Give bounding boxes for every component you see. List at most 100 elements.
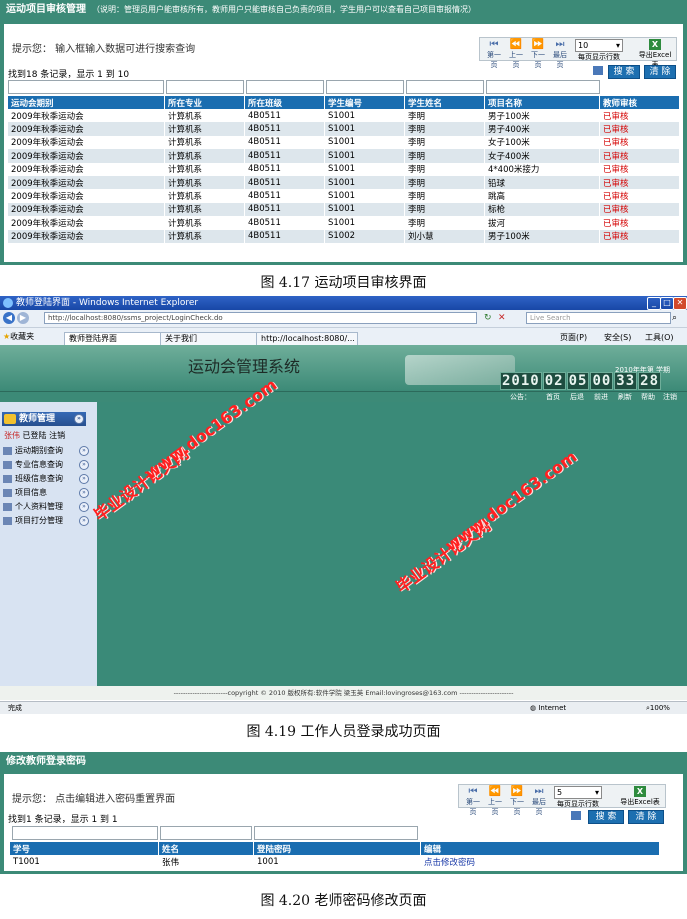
- column-header[interactable]: 所在专业: [164, 96, 245, 109]
- filter-input-password[interactable]: [254, 826, 418, 840]
- collapse-icon[interactable]: »: [74, 414, 84, 424]
- clear-button[interactable]: 清 除: [644, 65, 676, 79]
- login-state: 已登陆: [22, 431, 47, 440]
- sidebar-item[interactable]: 项目信息 »: [3, 486, 95, 499]
- edit-password-link[interactable]: 点击修改密码: [420, 855, 660, 869]
- table-cell: 铅球: [484, 175, 600, 190]
- table-cell: 4B0511: [244, 135, 325, 150]
- tools-menu[interactable]: 工具(O): [645, 332, 674, 343]
- table-row[interactable]: 2009年秋季运动会 计算机系 4B0511 S1001 李明 拔河 已审核: [8, 216, 680, 230]
- column-header[interactable]: 项目名称: [484, 96, 600, 109]
- table-cell: 李明: [404, 202, 485, 217]
- refresh-icon[interactable]: ↻: [484, 313, 494, 323]
- password-body: 提示您： 点击编辑进入密码重置界面 ⏮ 第一页 ⏪ 上一页 ⏩ 下一页 ⏭ 最后页 5 ▾…: [4, 774, 683, 871]
- tab-teacher-login[interactable]: 教师登陆界面: [64, 332, 166, 345]
- column-header[interactable]: 学号: [10, 842, 159, 855]
- sidebar-item[interactable]: 项目打分管理 »: [3, 514, 95, 527]
- zoom-level[interactable]: ⌕100%: [646, 702, 670, 714]
- page-menu[interactable]: 页面(P): [560, 332, 587, 343]
- live-search-input[interactable]: Live Search: [526, 312, 671, 324]
- filter-input-student-id[interactable]: [326, 80, 404, 94]
- filter-input-teacher-id[interactable]: [12, 826, 158, 840]
- sidebar-item-label: 专业信息查询: [15, 460, 63, 469]
- filter-input-major[interactable]: [166, 80, 244, 94]
- address-input[interactable]: http://localhost:8080/ssms_project/Login…: [44, 312, 477, 324]
- ie-title-bar: 教师登陆界面 - Windows Internet Explorer _ □ ✕: [0, 296, 687, 310]
- sidebar-item[interactable]: 专业信息查询 »: [3, 458, 95, 471]
- table-header-row: 运动会期别 所在专业 所在班级 学生编号 学生姓名 项目名称 教师审核: [8, 96, 680, 109]
- table-row[interactable]: 2009年秋季运动会 计算机系 4B0511 S1001 李明 铅球 已审核: [8, 175, 680, 190]
- stop-icon[interactable]: ✕: [498, 313, 508, 323]
- column-header[interactable]: 登陆密码: [253, 842, 421, 855]
- figure-caption-417: 图 4.17 运动项目审核界面: [260, 275, 427, 291]
- search-button[interactable]: 搜 索: [588, 810, 624, 824]
- export-excel-button[interactable]: X导出Excel表: [619, 786, 661, 807]
- table-row[interactable]: 2009年秋季运动会 计算机系 4B0511 S1001 李明 4*400米接力 已审核: [8, 162, 680, 176]
- table-cell: 李明: [404, 189, 485, 203]
- sidebar-item[interactable]: 个人资料管理»: [3, 500, 95, 513]
- table-cell: 2009年秋季运动会: [8, 135, 165, 150]
- column-header[interactable]: 教师审核: [599, 96, 680, 109]
- prev-page-button[interactable]: ⏪ 上一页: [485, 786, 505, 817]
- pager-toolbar: ⏮ 第一页 ⏪ 上一页 ⏩ 下一页 ⏭ 最后页 5 ▾ 每页显示行数 X 导出Excel表: [458, 784, 666, 816]
- search-go-icon[interactable]: ⌕: [672, 313, 677, 323]
- column-header[interactable]: 学生编号: [324, 96, 405, 109]
- table-cell: 计算机系: [164, 216, 245, 230]
- table-row[interactable]: 2009年秋季运动会 计算机系 4B0511 S1001 李明 跳高 已审核: [8, 189, 680, 203]
- filter-input-period[interactable]: [8, 80, 164, 94]
- sidebar-item[interactable]: 运动期别查询 »: [3, 444, 95, 457]
- next-page-button[interactable]: ⏩ 下一页: [528, 39, 548, 70]
- audit-note: （说明：管理员用户能审核所有，教师用户只能审核自己负责的项目，学生用户可以查看自…: [92, 5, 476, 14]
- tab-localhost[interactable]: http://localhost:8080/...: [256, 332, 358, 345]
- clear-button[interactable]: 清 除: [628, 810, 664, 824]
- minimize-button[interactable]: _: [647, 297, 661, 310]
- last-page-button[interactable]: ⏭ 最后页: [529, 786, 549, 817]
- app-content: 毕业设计论文网 www.doc163.com 毕业设计论文网 www.doc16…: [90, 375, 687, 686]
- audit-header: 运动项目审核管理 （说明：管理员用户能审核所有，教师用户只能审核自己负责的项目，学…: [0, 0, 687, 20]
- table-row[interactable]: 2009年秋季运动会 计算机系 4B0511 S1001 李明 男子100米 已审核: [8, 109, 680, 123]
- filter-input-class[interactable]: [246, 80, 324, 94]
- column-header[interactable]: 学生姓名: [404, 96, 485, 109]
- tab-about-us[interactable]: 关于我们: [160, 332, 260, 345]
- filter-input-name[interactable]: [160, 826, 252, 840]
- column-header[interactable]: 所在班级: [244, 96, 325, 109]
- safety-menu[interactable]: 安全(S): [604, 332, 631, 343]
- column-header[interactable]: 姓名: [158, 842, 254, 855]
- next-page-button[interactable]: ⏩ 下一页: [507, 786, 527, 817]
- filter-input-student-name[interactable]: [406, 80, 484, 94]
- keyboard-image: [405, 355, 515, 385]
- table-cell: 李明: [404, 149, 485, 163]
- sidebar-item[interactable]: 班级信息查询 »: [3, 472, 95, 485]
- sidebar-item-label: 项目打分管理: [15, 516, 63, 525]
- table-row[interactable]: 2009年秋季运动会 计算机系 4B0511 S1001 李明 标枪 已审核: [8, 202, 680, 217]
- column-header[interactable]: 编辑: [420, 842, 660, 855]
- audit-status: 已审核: [599, 162, 680, 176]
- close-button[interactable]: ✕: [673, 297, 687, 310]
- first-page-button[interactable]: ⏮ 第一页: [484, 39, 504, 70]
- table-cell: 4B0511: [244, 229, 325, 243]
- back-icon[interactable]: ◀: [3, 312, 15, 324]
- prev-page-button[interactable]: ⏪ 上一页: [506, 39, 526, 70]
- favorites-button[interactable]: ★收藏夹: [3, 331, 34, 342]
- sidebar-logout-link[interactable]: 注销: [49, 431, 65, 440]
- search-icon: [593, 66, 603, 75]
- last-page-button[interactable]: ⏭ 最后页: [550, 39, 570, 70]
- filter-input-project[interactable]: [486, 80, 600, 94]
- table-cell: 男子400米: [484, 122, 600, 136]
- table-row[interactable]: 2009年秋季运动会 计算机系 4B0511 S1001 李明 男子400米 已审核: [8, 122, 680, 136]
- forward-icon[interactable]: ▶: [17, 312, 29, 324]
- app-footer: -----------------------copyright © 2010 …: [0, 686, 687, 700]
- column-header[interactable]: 运动会期别: [8, 96, 165, 109]
- table-cell: 2009年秋季运动会: [8, 109, 165, 123]
- first-page-button[interactable]: ⏮ 第一页: [463, 786, 483, 817]
- table-row[interactable]: T1001 张伟 1001 点击修改密码: [10, 855, 660, 869]
- maximize-button[interactable]: □: [660, 297, 674, 310]
- address-bar-row: ◀ ▶ http://localhost:8080/ssms_project/L…: [0, 310, 687, 328]
- table-row[interactable]: 2009年秋季运动会 计算机系 4B0511 S1002 刘小慧 男子100米 已审核: [8, 229, 680, 243]
- chevron-icon: »: [79, 446, 89, 456]
- rows-per-page-select[interactable]: 5 ▾: [554, 786, 602, 799]
- rows-per-page-select[interactable]: 10 ▾: [575, 39, 623, 52]
- table-row[interactable]: 2009年秋季运动会 计算机系 4B0511 S1001 李明 女子400米 已审核: [8, 149, 680, 163]
- search-button[interactable]: 搜 索: [608, 65, 640, 79]
- table-row[interactable]: 2009年秋季运动会 计算机系 4B0511 S1001 李明 女子100米 已审核: [8, 135, 680, 150]
